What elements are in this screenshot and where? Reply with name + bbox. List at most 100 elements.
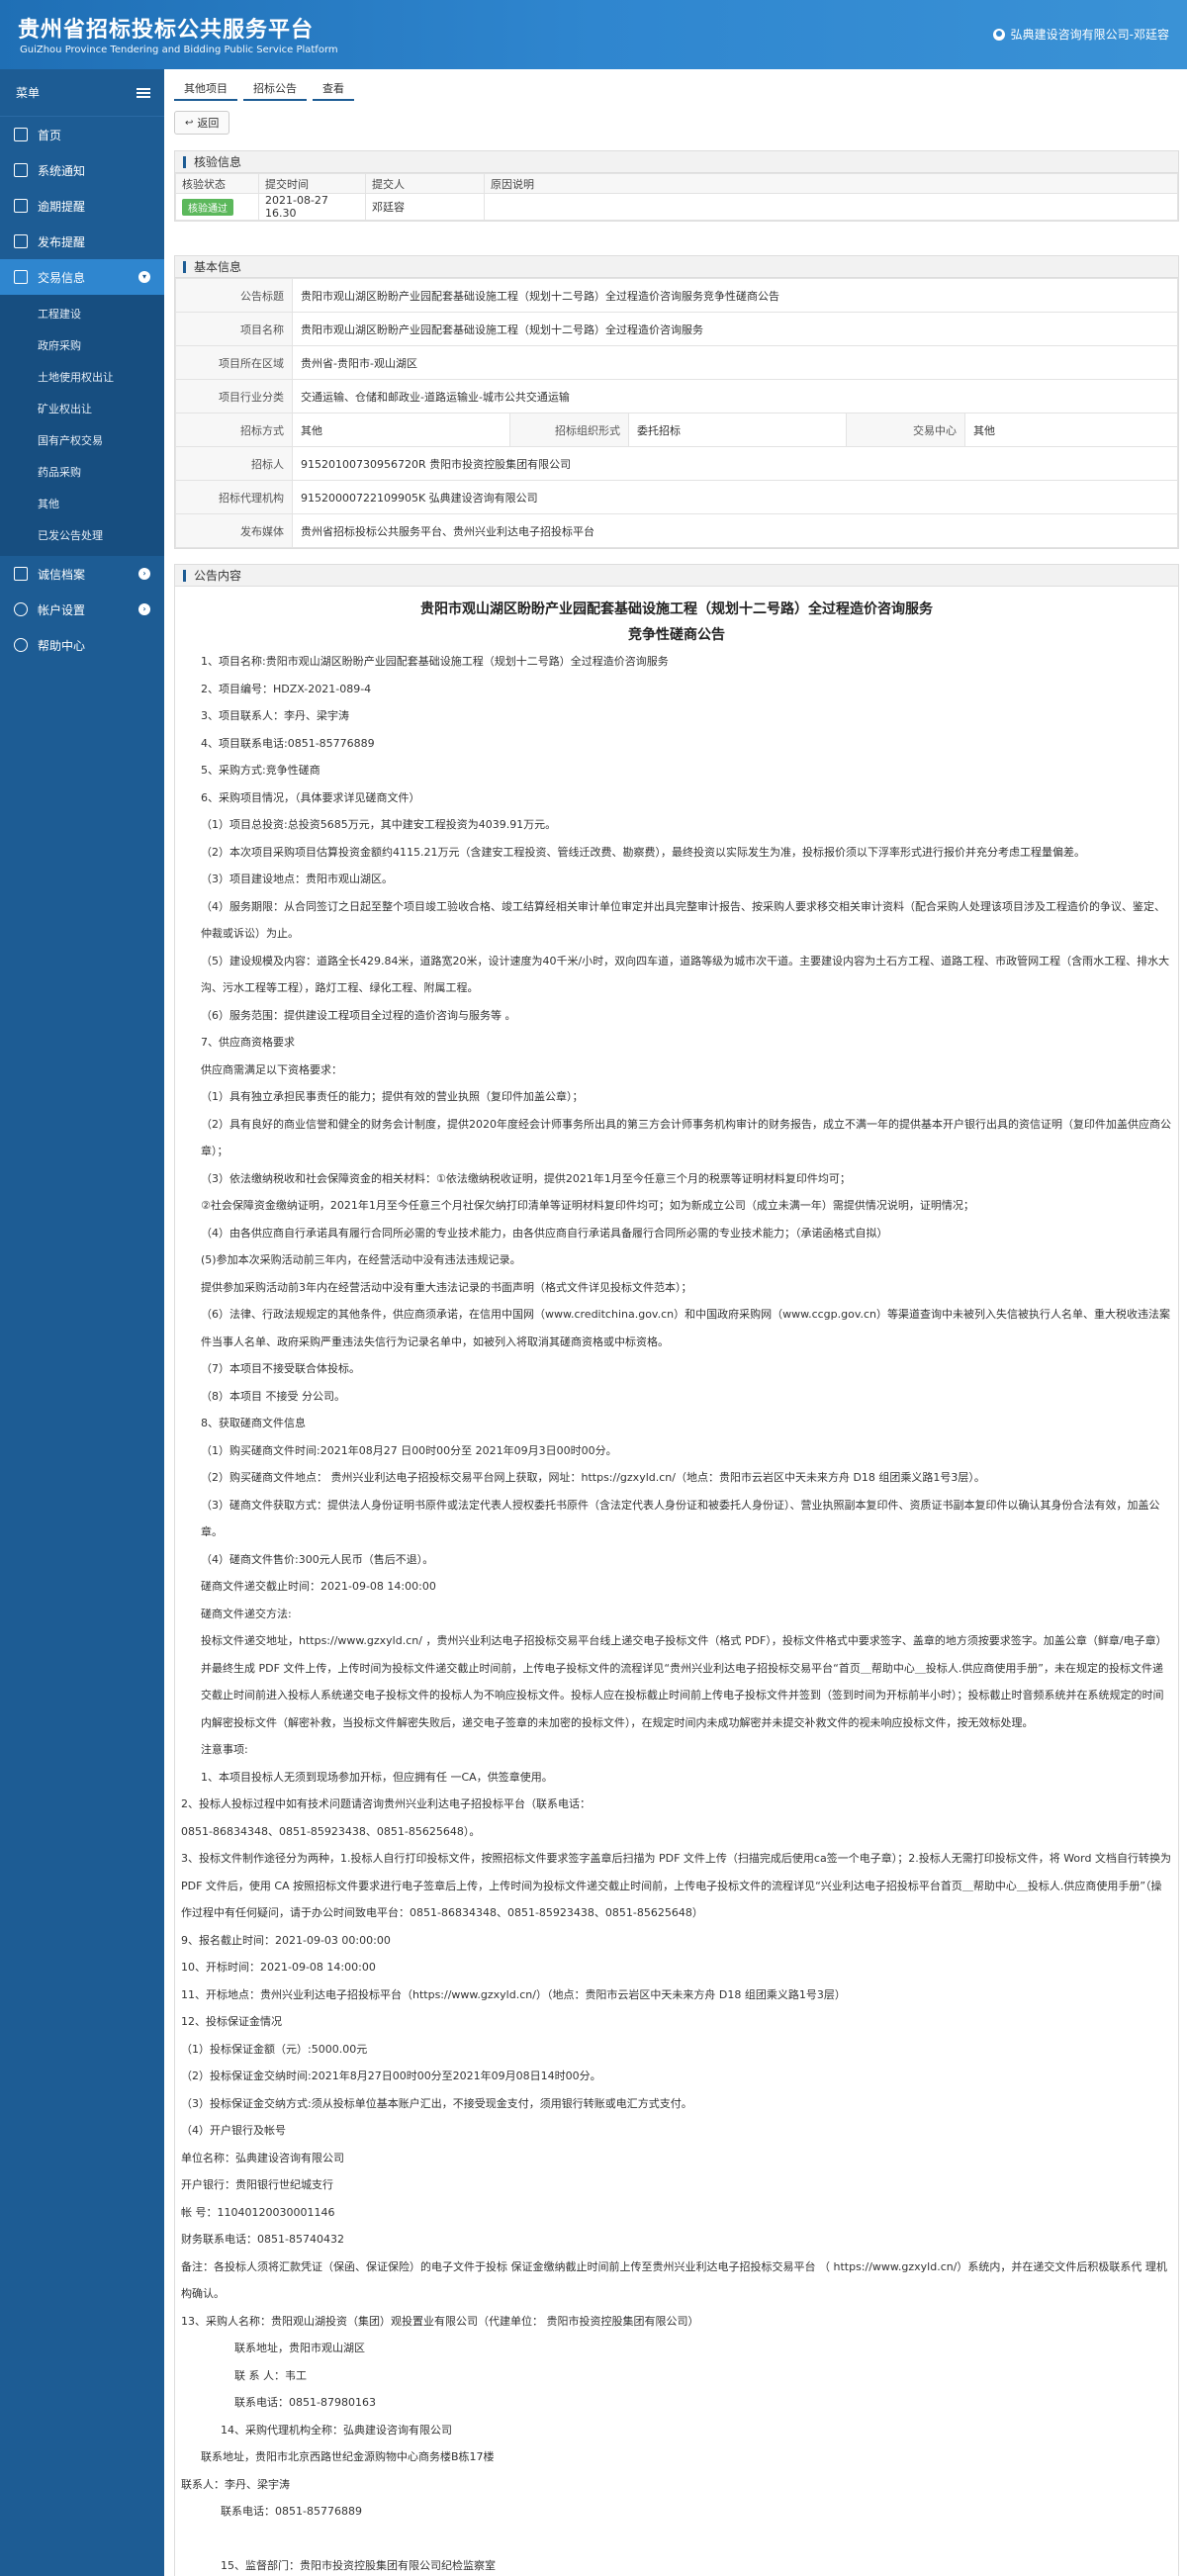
notice-paragraph: 2、项目编号：HDZX-2021-089-4: [201, 682, 372, 695]
submenu-item[interactable]: 国有产权交易: [0, 425, 164, 457]
basic-title: 基本信息: [194, 260, 242, 274]
sidebar-item-notice[interactable]: 系统通知: [0, 152, 164, 188]
back-button[interactable]: ↩ 返回: [174, 111, 230, 135]
trade-submenu: 工程建设 政府采购 土地使用权出让 矿业权出让 国有产权交易 药品采购 其他 已…: [0, 295, 164, 556]
notice-paragraph: 单位名称：弘典建设咨询有限公司: [181, 2151, 344, 2164]
notice-paragraph: 磋商文件递交方法:: [201, 1607, 292, 1620]
sidebar-item-home[interactable]: 首页: [0, 117, 164, 152]
verify-title: 核验信息: [194, 155, 242, 169]
notice-paragraph: 联系地址，贵阳市北京西路世纪金源购物中心商务楼B栋17楼: [201, 2450, 495, 2463]
breadcrumb-tabs: 其他项目 招标公告 查看: [174, 77, 360, 101]
notice-paragraph: 1、本项目投标人无须到现场参加开标，但应拥有任 一CA，供签章使用。: [201, 1770, 553, 1784]
notice-paragraph: 13、采购人名称：贵阳观山湖投资（集团）观投置业有限公司（代建单位： 贵阳市投资…: [181, 2314, 699, 2328]
notice-paragraph: 投标文件递交地址，https://www.gzxyld.cn/ ，贵州兴业利达电…: [201, 1634, 1167, 1729]
notice-paragraph: （2）购买磋商文件地点： 贵州兴业利达电子招投标交易平台网上获取，网址：http…: [201, 1471, 985, 1484]
notice-paragraph: 联系地址，贵阳市观山湖区: [234, 2342, 365, 2354]
notice-body: 贵阳市观山湖区盼盼产业园配套基础设施工程（规划十二号路）全过程造价咨询服务 竞争…: [175, 597, 1178, 2576]
basic-table: 公告标题 贵阳市观山湖区盼盼产业园配套基础设施工程（规划十二号路）全过程造价咨询…: [175, 278, 1178, 548]
submenu-item[interactable]: 工程建设: [0, 299, 164, 330]
submenu-item[interactable]: 其他: [0, 489, 164, 520]
notice-paragraph: （7）本项目不接受联合体投标。: [201, 1362, 360, 1375]
notice-paragraph: 12、投标保证金情况: [181, 2015, 282, 2028]
submenu-item[interactable]: 已发公告处理: [0, 520, 164, 552]
sidebar-item-label: 交易信息: [38, 270, 86, 285]
notice-paragraph: 15、监督部门：贵阳市投资控股集团有限公司纪检监察室: [221, 2558, 496, 2572]
verify-table: 核验状态 提交时间 提交人 原因说明 核验通过 2021-08-27 16.30…: [175, 173, 1178, 221]
notice-paragraph: 9、报名截止时间：2021-09-03 00:00:00: [181, 1933, 391, 1947]
user-icon: [992, 28, 1005, 41]
notice-paragraph: 备注：各投标人须将汇款凭证（保函、保证保险）的电子文件于投标 保证金缴纳截止时间…: [181, 2259, 1167, 2301]
user-icon: [14, 602, 28, 616]
notice-paragraph: 联系人：李丹、梁宇涛: [181, 2477, 290, 2491]
sidebar-item-label: 系统通知: [38, 163, 86, 178]
project-name: 贵阳市观山湖区盼盼产业园配套基础设施工程（规划十二号路）全过程造价咨询服务: [292, 312, 1178, 346]
sidebar: 菜单 首页 系统通知 逾期提醒 发布提醒 交易信息 ▾ 工程建设 政府采购 土地…: [0, 69, 164, 2576]
submenu-item[interactable]: 矿业权出让: [0, 394, 164, 425]
sidebar-item-overdue[interactable]: 逾期提醒: [0, 188, 164, 224]
tenderer: 91520100730956720R 贵阳市投资控股集团有限公司: [292, 446, 1178, 481]
notice-paragraph: （1）投标保证金额（元）:5000.00元: [181, 2042, 368, 2056]
notice-paragraph: （6）法律、行政法规规定的其他条件，供应商须承诺，在信用中国网（www.cred…: [201, 1308, 1171, 1348]
toolbar: ↩ 返回: [174, 111, 230, 135]
tab-other-projects[interactable]: 其他项目: [174, 77, 237, 101]
field-label: 招标组织形式: [509, 413, 629, 447]
notice-paragraph: 3、项目联系人：李丹、梁宇涛: [201, 709, 349, 722]
field-label: 招标代理机构: [175, 480, 293, 514]
notice-paragraph: （4）由各供应商自行承诺具有履行合同所必需的专业技术能力，由各供应商自行承诺具备…: [201, 1226, 888, 1240]
notice-paragraph: (5)参加本次采购活动前三年内，在经营活动中没有违法违规记录。: [201, 1253, 521, 1266]
chevron-right-icon: ›: [138, 603, 150, 615]
trade-center: 其他: [964, 413, 1178, 447]
tender-agency: 91520000722109905K 弘典建设咨询有限公司: [292, 480, 1178, 514]
hamburger-icon[interactable]: [137, 87, 150, 98]
sidebar-item-help[interactable]: 帮助中心: [0, 627, 164, 663]
project-region: 贵州省-贵阳市-观山湖区: [292, 345, 1178, 380]
sidebar-item-trade[interactable]: 交易信息 ▾: [0, 259, 164, 295]
notice-paragraph: （2）本次项目采购项目估算投资金额约4115.21万元（含建安工程投资、管线迁改…: [201, 845, 1085, 859]
menu-label: 菜单: [16, 86, 41, 100]
col-header: 核验状态: [175, 173, 259, 194]
submenu-item[interactable]: 药品采购: [0, 457, 164, 489]
field-label: 招标方式: [175, 413, 293, 447]
notice-paragraph: 磋商文件递交截止时间：2021-09-08 14:00:00: [201, 1580, 436, 1593]
notice-paragraph: 开户银行：贵阳银行世纪城支行: [181, 2178, 333, 2191]
folder-icon: [14, 234, 28, 248]
org-form: 委托招标: [628, 413, 847, 447]
back-label: 返回: [197, 117, 220, 130]
notice-paragraph: 1、项目名称:贵阳市观山湖区盼盼产业园配套基础设施工程（规划十二号路）全过程造价…: [201, 655, 669, 668]
section-marker: [183, 260, 186, 273]
submenu-item[interactable]: 政府采购: [0, 330, 164, 362]
notice-paragraph: 0851-86834348、0851-85923438、0851-8562564…: [181, 1824, 481, 1838]
notice-paragraph: （8）本项目 不接受 分公司。: [201, 1389, 345, 1403]
notice-heading-line1: 贵阳市观山湖区盼盼产业园配套基础设施工程（规划十二号路）全过程造价咨询服务: [420, 601, 933, 617]
col-header: 提交时间: [258, 173, 366, 194]
field-label: 项目所在区域: [175, 345, 293, 380]
announcement-title: 贵阳市观山湖区盼盼产业园配套基础设施工程（规划十二号路）全过程造价咨询服务竞争性…: [292, 278, 1178, 313]
sidebar-item-credit[interactable]: 诚信档案 ›: [0, 556, 164, 592]
submenu-item[interactable]: 土地使用权出让: [0, 362, 164, 394]
basic-panel-header: 基本信息: [175, 256, 1178, 278]
notice-paragraph: （3）磋商文件获取方式：提供法人身份证明书原件或法定代表人授权委托书原件（含法定…: [201, 1498, 1160, 1539]
folder-icon: [14, 270, 28, 284]
notice-paragraph: （3）投标保证金交纳方式:须从投标单位基本账户汇出，不接受现金支付，须用银行转账…: [181, 2096, 692, 2110]
field-label: 招标人: [175, 446, 293, 481]
sidebar-item-label: 诚信档案: [38, 567, 86, 582]
home-icon: [14, 128, 28, 141]
notice-heading-line2: 竞争性磋商公告: [628, 627, 725, 643]
user-menu[interactable]: 弘典建设咨询有限公司-邓廷容: [992, 26, 1169, 43]
sidebar-item-label: 发布提醒: [38, 234, 86, 249]
user-name: 弘典建设咨询有限公司-邓廷容: [1010, 28, 1169, 42]
back-icon: ↩: [185, 117, 194, 129]
site-title: 贵州省招标投标公共服务平台: [18, 18, 315, 43]
menu-header: 菜单: [0, 69, 164, 117]
notice-paragraph: （2）具有良好的商业信誉和健全的财务会计制度，提供2020年度经会计师事务所出具…: [201, 1117, 1171, 1158]
field-label: 发布媒体: [175, 513, 293, 548]
header: 贵州省招标投标公共服务平台 GuiZhou Province Tendering…: [0, 0, 1187, 69]
tab-view[interactable]: 查看: [313, 77, 354, 101]
sidebar-item-publish[interactable]: 发布提醒: [0, 224, 164, 259]
basic-panel: 基本信息 公告标题 贵阳市观山湖区盼盼产业园配套基础设施工程（规划十二号路）全过…: [174, 255, 1179, 549]
submit-person: 邓廷容: [365, 193, 485, 221]
sidebar-item-account[interactable]: 帐户设置 ›: [0, 592, 164, 627]
site-subtitle: GuiZhou Province Tendering and Bidding P…: [20, 45, 338, 55]
tab-tender-notice[interactable]: 招标公告: [243, 77, 307, 101]
chevron-right-icon: ›: [138, 568, 150, 580]
